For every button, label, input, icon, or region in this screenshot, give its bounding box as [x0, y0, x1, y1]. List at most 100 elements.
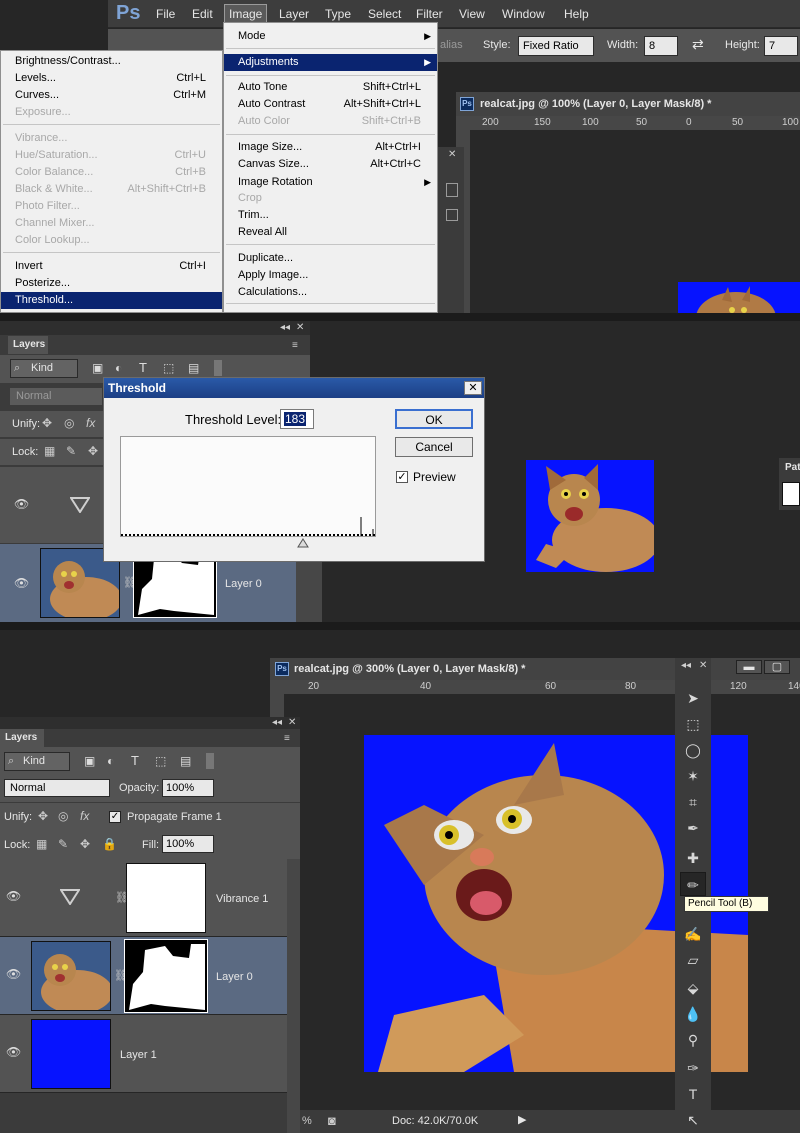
document-tab[interactable]: realcat.jpg @ 300% (Layer 0, Layer Mask/…	[270, 658, 800, 680]
ok-button[interactable]: OK	[395, 409, 473, 429]
opacity-field[interactable]: 100%	[162, 779, 214, 797]
menu-edit[interactable]: Edit	[192, 7, 213, 21]
image-menu-item[interactable]: Duplicate...	[224, 250, 437, 267]
threshold-slider-handle[interactable]	[297, 538, 309, 548]
path-thumbnail[interactable]	[782, 482, 800, 506]
panel-menu-icon[interactable]: ≡	[284, 733, 290, 744]
panel-menu-icon[interactable]: ≡	[292, 340, 298, 351]
swap-icon[interactable]: ⇄	[692, 36, 704, 53]
adjustments-menu-item[interactable]: Invert Ctrl+I	[1, 258, 222, 275]
collapse-icon[interactable]: ◂◂	[681, 660, 691, 671]
propagate-checkbox[interactable]: ✓	[109, 811, 121, 823]
layer-name[interactable]: Layer 1	[120, 1049, 157, 1061]
lasso-tool-icon[interactable]: ◯	[680, 738, 706, 762]
unify-style-icon[interactable]: fx	[86, 416, 95, 430]
close-icon[interactable]: ✕	[448, 149, 456, 160]
lock-transparent-icon[interactable]: ▦	[44, 444, 55, 458]
maximize-button[interactable]: ▢	[764, 660, 790, 674]
image-menu-item[interactable]: Image Rotation ▶	[224, 174, 437, 191]
scrollbar[interactable]	[287, 859, 300, 1133]
visibility-eye-icon[interactable]: 👁	[6, 1045, 21, 1059]
adjustments-menu-item[interactable]: Threshold...	[1, 292, 222, 309]
type-filter-icon[interactable]: T	[139, 360, 147, 375]
layer-row-layer0[interactable]: 👁 ⛓ Layer 0	[0, 937, 287, 1015]
unify-visibility-icon[interactable]: ◎	[58, 809, 68, 823]
shape-filter-icon[interactable]: ⬚	[163, 361, 174, 375]
pen-tool-icon[interactable]: ✑	[680, 1056, 706, 1080]
adjustments-menu-item[interactable]: Brightness/Contrast...	[1, 53, 222, 70]
menu-view[interactable]: View	[459, 7, 485, 21]
lock-position-icon[interactable]: ✥	[80, 837, 90, 851]
lock-image-icon[interactable]: ✎	[58, 837, 68, 851]
minimize-button[interactable]: ▬	[736, 660, 762, 674]
collapse-icon[interactable]: ◂◂	[280, 322, 290, 333]
menu-image[interactable]: Image	[224, 4, 268, 24]
unify-position-icon[interactable]: ✥	[42, 416, 52, 430]
menu-file[interactable]: File	[156, 7, 175, 21]
eraser-tool-icon[interactable]: ▱	[680, 948, 706, 972]
filter-toggle[interactable]	[206, 753, 214, 769]
crop-tool-icon[interactable]: ⌗	[680, 790, 706, 814]
layer-row-layer1[interactable]: 👁 Layer 1	[0, 1015, 287, 1093]
adjustment-filter-icon[interactable]: ◐	[107, 754, 114, 768]
cancel-button[interactable]: Cancel	[395, 437, 473, 457]
image-menu-item[interactable]: Adjustments ▶	[224, 54, 437, 71]
close-button[interactable]: ✕	[464, 381, 482, 395]
adjustments-menu-item[interactable]: Levels... Ctrl+L	[1, 70, 222, 87]
image-menu-item[interactable]: Trim...	[224, 207, 437, 224]
close-icon[interactable]: ✕	[296, 322, 304, 333]
healing-brush-tool-icon[interactable]: ✚	[680, 846, 706, 870]
shape-filter-icon[interactable]: ⬚	[155, 754, 166, 768]
unify-style-icon[interactable]: fx	[80, 809, 89, 823]
adjustment-filter-icon[interactable]: ◐	[115, 361, 122, 375]
type-filter-icon[interactable]: T	[131, 753, 139, 768]
image-menu-item[interactable]: Canvas Size... Alt+Ctrl+C	[224, 156, 437, 173]
pixel-filter-icon[interactable]: ▣	[92, 361, 103, 375]
dodge-tool-icon[interactable]: ⚲	[680, 1028, 706, 1052]
panel-icon[interactable]	[446, 209, 458, 221]
layer-mask-thumbnail[interactable]	[126, 863, 206, 933]
blend-mode-select[interactable]: Normal	[4, 779, 110, 797]
layer-name[interactable]: Layer 0	[216, 971, 253, 983]
pixel-filter-icon[interactable]: ▣	[84, 754, 95, 768]
visibility-eye-icon[interactable]: 👁	[6, 889, 21, 903]
blur-tool-icon[interactable]: 💧	[680, 1002, 706, 1026]
tab-layers[interactable]: Layers	[8, 336, 48, 354]
lock-all-icon[interactable]: 🔒	[102, 837, 117, 851]
panel-icon[interactable]	[446, 183, 458, 197]
fill-field[interactable]: 100%	[162, 835, 214, 853]
menu-help[interactable]: Help	[564, 7, 589, 21]
layer-row-vibrance[interactable]: 👁 ⛓ Vibrance 1	[0, 859, 287, 937]
image-menu-item[interactable]: Reveal All	[224, 224, 437, 241]
tab-layers[interactable]: Layers	[0, 729, 44, 747]
collapse-icon[interactable]: ◂◂	[272, 717, 282, 728]
menu-type[interactable]: Type	[325, 7, 351, 21]
layer-mask-thumbnail[interactable]	[124, 939, 208, 1013]
layer-name[interactable]: Vibrance 1	[216, 893, 268, 905]
close-icon[interactable]: ✕	[699, 660, 707, 671]
visibility-eye-icon[interactable]: 👁	[14, 497, 29, 511]
style-select[interactable]: Fixed Ratio	[518, 36, 594, 56]
history-brush-tool-icon[interactable]: ✍	[680, 922, 706, 946]
image-menu-item[interactable]: Apply Image...	[224, 267, 437, 284]
status-arrow-icon[interactable]: ▶	[518, 1113, 526, 1126]
image-menu-item[interactable]: Mode ▶	[224, 28, 437, 45]
threshold-level-input[interactable]: 183	[280, 409, 314, 429]
close-icon[interactable]: ✕	[288, 717, 296, 728]
lock-transparent-icon[interactable]: ▦	[36, 837, 47, 851]
filter-toggle[interactable]	[214, 360, 222, 376]
type-tool-icon[interactable]: T	[680, 1082, 706, 1106]
adjustments-menu-item[interactable]: Posterize...	[1, 275, 222, 292]
menu-layer[interactable]: Layer	[279, 7, 309, 21]
document-tab[interactable]: realcat.jpg @ 100% (Layer 0, Layer Mask/…	[456, 92, 800, 116]
height-field[interactable]: 7	[764, 36, 798, 56]
visibility-eye-icon[interactable]: 👁	[14, 576, 29, 590]
menu-filter[interactable]: Filter	[416, 7, 443, 21]
path-selection-tool-icon[interactable]: ↖	[680, 1108, 706, 1132]
image-menu-item[interactable]: Auto Tone Shift+Ctrl+L	[224, 79, 437, 96]
marquee-tool-icon[interactable]: ⬚	[680, 712, 706, 736]
kind-filter-select[interactable]: Kind	[10, 359, 78, 378]
image-menu-item[interactable]: Auto Contrast Alt+Shift+Ctrl+L	[224, 96, 437, 113]
menu-window[interactable]: Window	[502, 7, 545, 21]
magic-wand-tool-icon[interactable]: ✶	[680, 764, 706, 788]
